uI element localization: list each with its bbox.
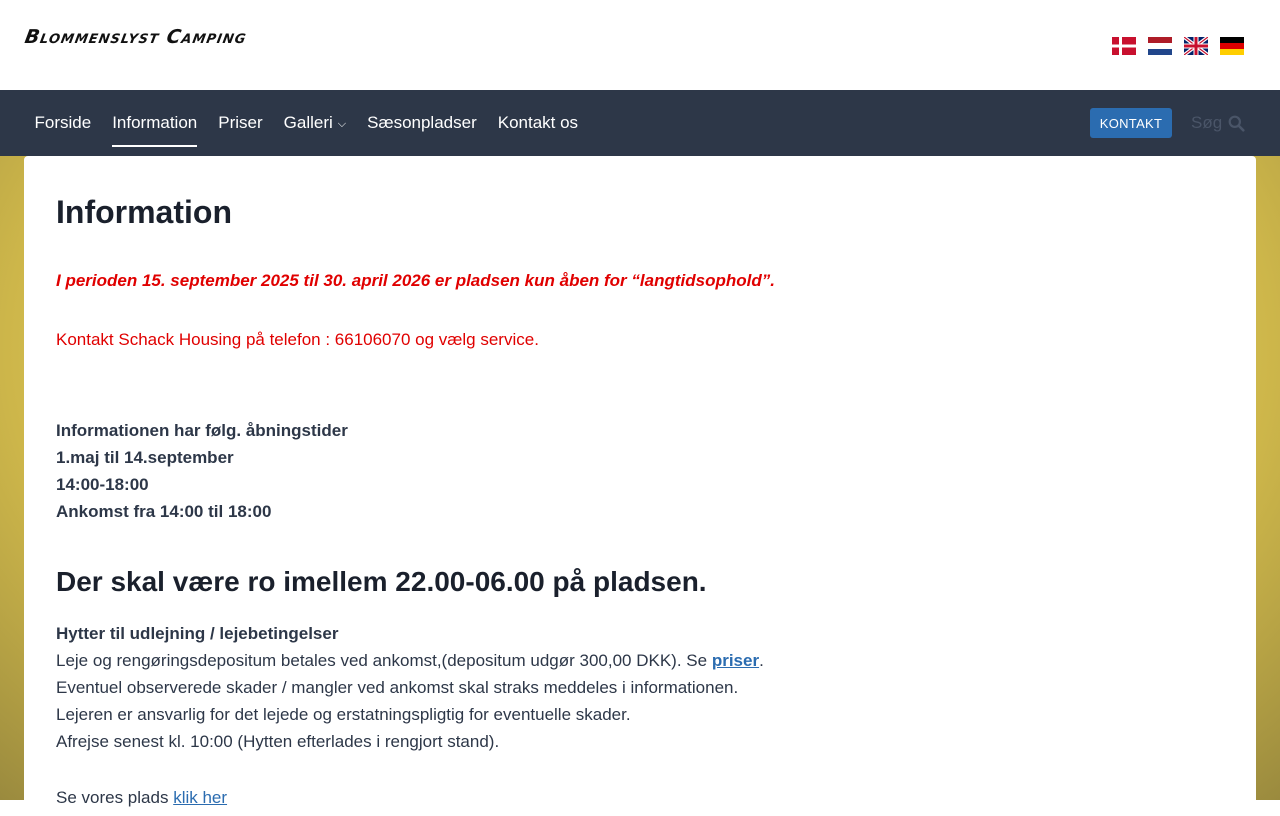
search-label: Søg: [1191, 113, 1223, 132]
nav-item-galleri[interactable]: Galleri ⌵: [273, 90, 356, 156]
cabin-terms-line: Afrejse senest kl. 10:00 (Hytten efterla…: [56, 732, 500, 751]
nav-item-information[interactable]: Information: [102, 90, 208, 156]
cabin-terms-line: Leje og rengøringsdepositum betales ved …: [56, 651, 712, 670]
cabin-terms: Hytter til udlejning / lejebetingelser L…: [56, 624, 764, 751]
nav-item-kontakt-os[interactable]: Kontakt os: [487, 90, 588, 156]
cabin-terms-line: Eventuel observerede skader / mangler ve…: [56, 678, 739, 697]
language-switcher: [1112, 37, 1244, 55]
page-title: Information: [56, 194, 232, 230]
cabin-terms-heading: Hytter til udlejning / lejebetingelser: [56, 624, 339, 643]
chevron-down-icon: ⌵: [337, 117, 347, 130]
opening-hours-line: 1.maj til 14.september: [56, 448, 234, 467]
kontakt-button[interactable]: KONTAKT: [1090, 108, 1172, 138]
opening-hours: Informationen har følg. åbningstider 1.m…: [56, 417, 348, 525]
contact-info: Kontakt Schack Housing på telefon : 6610…: [56, 330, 539, 349]
nav-item-forside[interactable]: Forside: [24, 90, 102, 156]
nav-item-priser[interactable]: Priser: [208, 90, 273, 156]
danish-flag-icon[interactable]: [1112, 37, 1136, 55]
opening-hours-line: Informationen har følg. åbningstider: [56, 421, 348, 440]
nav-item-saesonpladser[interactable]: Sæsonpladser: [357, 90, 488, 156]
opening-hours-line: Ankomst fra 14:00 til 18:00: [56, 502, 272, 521]
german-flag-icon[interactable]: [1220, 37, 1244, 55]
site-header: Blommenslyst Camping: [0, 0, 1280, 90]
quiet-hours-heading: Der skal være ro imellem 22.00-06.00 på …: [56, 566, 707, 597]
prices-link[interactable]: priser: [712, 651, 759, 670]
see-site-link[interactable]: klik her: [173, 788, 227, 807]
main-navigation: Forside Information Priser Galleri ⌵ Sæso…: [0, 90, 1280, 156]
search-toggle[interactable]: Søg: [1191, 110, 1245, 136]
search-icon: [1228, 115, 1245, 132]
opening-hours-line: 14:00-18:00: [56, 475, 149, 494]
see-site-line: Se vores plads klik her: [56, 788, 228, 807]
site-logo[interactable]: Blommenslyst Camping: [23, 26, 249, 48]
season-notice: I perioden 15. september 2025 til 30. ap…: [56, 271, 775, 290]
dutch-flag-icon[interactable]: [1148, 37, 1172, 55]
cabin-terms-line: Lejeren er ansvarlig for det lejede og e…: [56, 705, 631, 724]
uk-flag-icon[interactable]: [1184, 37, 1208, 55]
